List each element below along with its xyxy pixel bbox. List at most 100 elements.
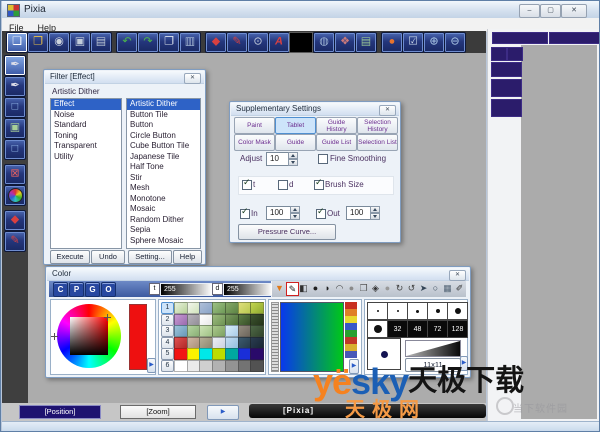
save-icon[interactable]: ▣	[69, 32, 91, 53]
tab-guide-history[interactable]: Guide History	[316, 117, 357, 134]
brush-preview-cell[interactable]	[367, 338, 401, 370]
gradient-expand-button[interactable]: ▶	[349, 359, 359, 374]
copy-icon[interactable]: ❐	[158, 32, 180, 53]
brush-size-32-cell[interactable]: 32	[387, 320, 408, 338]
stamp-pen-icon[interactable]: ✐	[454, 282, 465, 295]
dot-icon[interactable]: ●	[382, 282, 393, 295]
pen-icon[interactable]: ✎	[226, 32, 248, 53]
tab-color-mask[interactable]: Color Mask	[234, 134, 275, 151]
palette-row-4-button[interactable]: 4	[161, 337, 174, 349]
redo-icon[interactable]: ↷	[137, 32, 159, 53]
pages-icon[interactable]: ❐	[358, 282, 369, 295]
maximize-button[interactable]: ▢	[540, 4, 561, 18]
pressure-curve-button[interactable]: Pressure Curve...	[238, 224, 336, 240]
edit-canvas-icon[interactable]: ☑	[402, 32, 424, 53]
gradient-preview[interactable]	[280, 302, 344, 372]
minimized-bar-1[interactable]	[492, 32, 548, 44]
tab-guide-list[interactable]: Guide List	[316, 134, 357, 151]
fine-smoothing-checkbox[interactable]	[318, 154, 328, 164]
out-checkbox[interactable]: ✓	[316, 209, 326, 219]
pointer-icon[interactable]: ➤	[418, 282, 429, 295]
fill-bucket-icon[interactable]: ◆	[205, 32, 227, 53]
palette-swatch[interactable]	[250, 348, 264, 360]
effect-item[interactable]: Stir	[127, 173, 200, 184]
dock-block-3[interactable]	[491, 99, 522, 117]
globe-icon[interactable]: ◍	[313, 32, 335, 53]
spinner-down[interactable]	[290, 213, 300, 220]
zoom-in-icon[interactable]: ⊕	[423, 32, 445, 53]
mode-p-button[interactable]: P	[69, 282, 84, 297]
d-slider[interactable]: 255	[223, 283, 273, 296]
brush-size-cell[interactable]	[367, 302, 388, 320]
open-folder-icon[interactable]: ❒	[27, 32, 49, 53]
document-title-bar[interactable]: [Pixia]	[249, 404, 486, 418]
effect-item[interactable]: Random Dither	[127, 215, 200, 226]
grid-icon[interactable]: ▦	[442, 282, 453, 295]
half-circle-icon[interactable]: ◗	[322, 282, 333, 295]
effect-item[interactable]: Circle Button	[127, 131, 200, 142]
help-button[interactable]: Help	[173, 250, 202, 264]
t-checkbox[interactable]: ✓	[242, 180, 252, 190]
t-slider[interactable]: 255	[160, 283, 213, 296]
effect-item[interactable]: Half Tone	[127, 162, 200, 173]
mode-g-button[interactable]: G	[85, 282, 100, 297]
palette-swatch[interactable]	[250, 325, 264, 337]
supp-close-button[interactable]: ✕	[379, 105, 396, 116]
category-item[interactable]: Utility	[51, 152, 121, 163]
spinner-up[interactable]	[370, 206, 380, 213]
effect-item[interactable]: Sphere Mosaic	[127, 236, 200, 247]
pressure-wedge[interactable]	[405, 340, 461, 357]
in-checkbox[interactable]: ✓	[240, 209, 250, 219]
palette-row-5-button[interactable]: 5	[161, 348, 174, 360]
tab-tablet[interactable]: Tablet	[275, 117, 316, 134]
spinner-up[interactable]	[290, 206, 300, 213]
palette-row-2-button[interactable]: 2	[161, 314, 174, 326]
magnifier-icon[interactable]: ⊙	[247, 32, 269, 53]
mode-o-button[interactable]: O	[101, 282, 116, 297]
execute-button[interactable]: Execute	[50, 250, 90, 264]
color-ball-icon[interactable]: ●	[381, 32, 403, 53]
supp-dialog-titlebar[interactable]: Supplementary Settings	[231, 103, 399, 116]
effect-item[interactable]: Mosaic	[127, 204, 200, 215]
undo-icon[interactable]: ↶	[116, 32, 138, 53]
fill-red-icon[interactable]: ◆	[4, 210, 26, 231]
effect-item[interactable]: Button Tile	[127, 110, 200, 121]
filter-close-button[interactable]: ✕	[184, 73, 201, 84]
airbrush-pen-2-icon[interactable]: ✒	[4, 76, 26, 97]
taskbar-arrow-button[interactable]: ▶	[207, 405, 239, 420]
select-rect-2-icon[interactable]: □	[4, 139, 26, 160]
filled-circle-icon[interactable]: ●	[310, 282, 321, 295]
brush-expand-button[interactable]: ▶	[460, 356, 468, 371]
minimize-button[interactable]: –	[519, 4, 540, 18]
lasso-icon[interactable]: ○	[430, 282, 441, 295]
rotate-ccw-icon[interactable]: ↺	[406, 282, 417, 295]
clear-selection-icon[interactable]: ⊠	[4, 164, 26, 185]
spinner-up[interactable]	[288, 152, 298, 159]
effect-item[interactable]: Cube Button Tile	[127, 141, 200, 152]
category-item[interactable]: Noise	[51, 110, 121, 121]
zoom-out-icon[interactable]: ⊖	[444, 32, 466, 53]
spinner-down[interactable]	[288, 159, 298, 166]
dock-tile-1[interactable]	[491, 47, 507, 61]
airbrush-pen-icon[interactable]: ✒	[4, 55, 26, 76]
color-close-button[interactable]: ✕	[449, 270, 466, 281]
palette-swatch[interactable]	[250, 360, 264, 372]
dock-tile-2[interactable]	[507, 47, 523, 61]
brush-size-cell[interactable]	[427, 302, 448, 320]
tab-selection-history[interactable]: Selection History	[357, 117, 398, 134]
minimized-bar-2[interactable]	[549, 32, 600, 44]
brush-size-checkbox[interactable]: ✓	[314, 180, 324, 190]
brush-size-72-cell[interactable]: 72	[427, 320, 448, 338]
brush-size-128-cell[interactable]: 128	[447, 320, 468, 338]
category-item[interactable]: Transparent	[51, 141, 121, 152]
palette-row-6-button[interactable]: 6	[161, 360, 174, 372]
print-icon[interactable]: ▤	[90, 32, 112, 53]
dock-block-1[interactable]	[491, 62, 522, 77]
d-checkbox[interactable]	[278, 180, 288, 190]
palette-swatch[interactable]	[250, 302, 264, 314]
undo-button[interactable]: Undo	[91, 250, 125, 264]
diamond-icon[interactable]: ◈	[370, 282, 381, 295]
brush-size-cell[interactable]	[387, 302, 408, 320]
contrast-square-icon[interactable]: ◧	[298, 282, 309, 295]
text-tool-icon[interactable]: A	[268, 32, 290, 53]
